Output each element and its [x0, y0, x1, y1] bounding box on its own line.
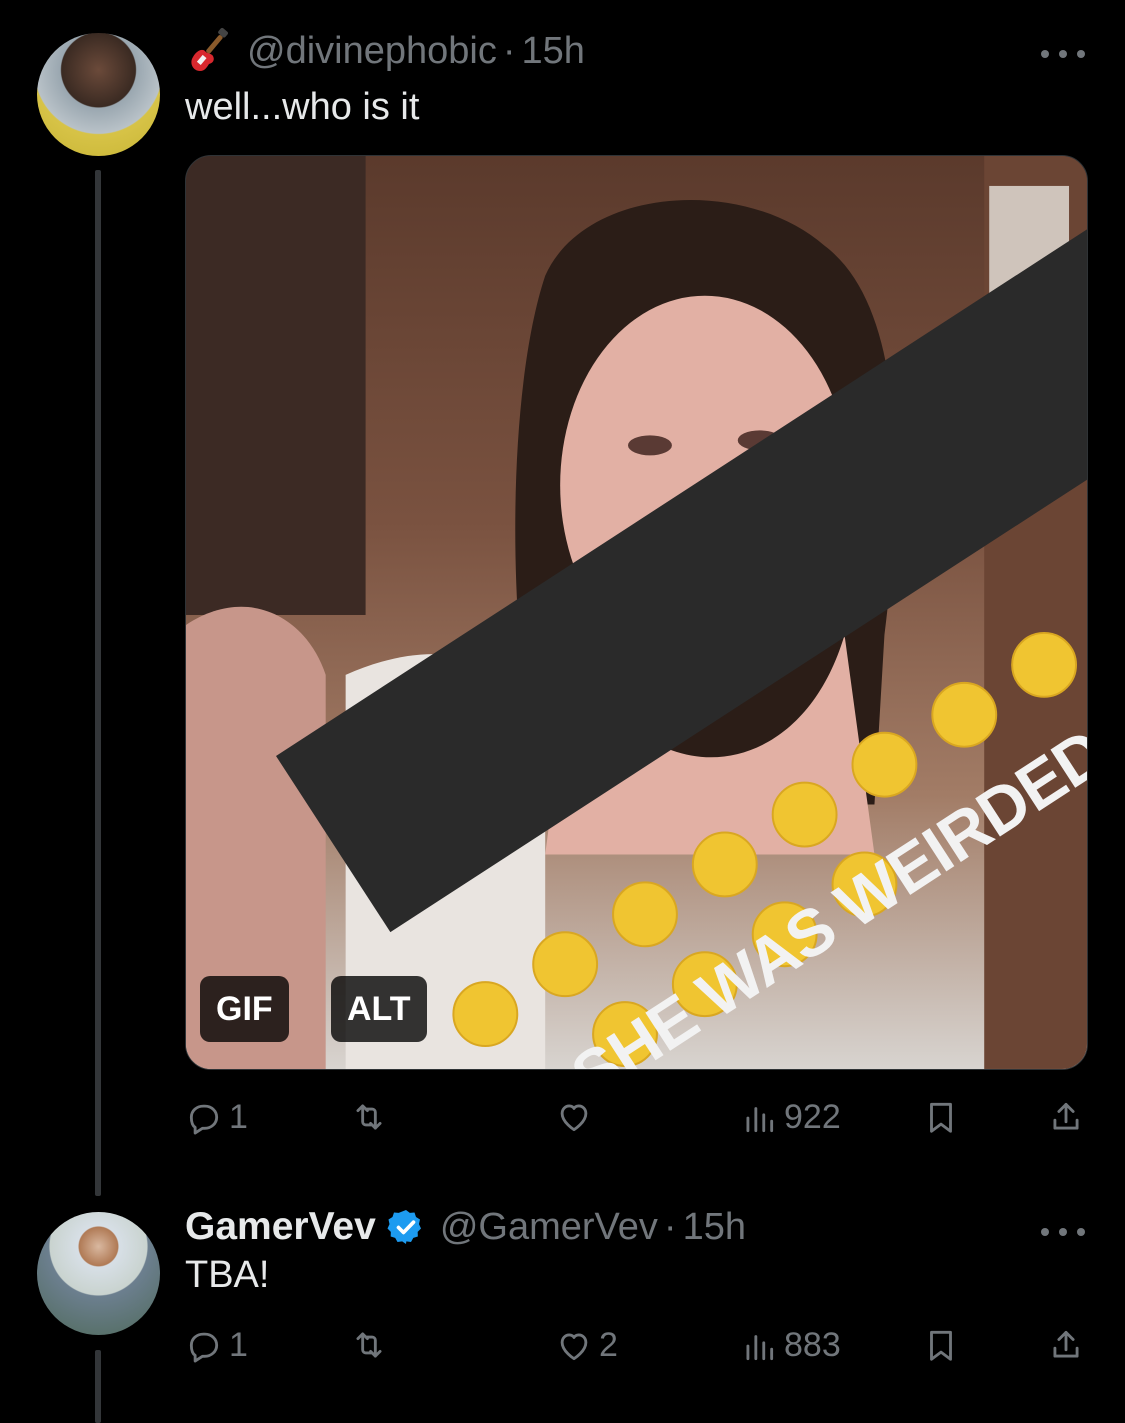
heart-icon — [560, 1332, 588, 1360]
display-name[interactable]: GamerVev — [185, 1205, 376, 1249]
verified-badge-icon — [387, 1210, 421, 1244]
separator-dot: · — [502, 29, 516, 72]
like-count: 2 — [599, 1326, 618, 1364]
tweet[interactable]: GamerVev @GamerVev · 15h TBA! 1 2 883 — [0, 1190, 1125, 1423]
reply-count: 1 — [229, 1098, 248, 1136]
share-icon — [1053, 1102, 1079, 1130]
view-count: 883 — [784, 1326, 841, 1364]
heart-icon — [560, 1104, 588, 1132]
user-handle[interactable]: @divinephobic — [247, 30, 497, 73]
share-icon — [1053, 1330, 1079, 1358]
views-button[interactable]: 922 — [740, 1098, 841, 1137]
share-button[interactable] — [1047, 1098, 1085, 1136]
gif-badge[interactable]: GIF — [200, 976, 289, 1042]
reply-icon — [189, 1104, 219, 1134]
retweet-button[interactable] — [350, 1326, 394, 1364]
action-bar: 1 2 883 — [185, 1326, 1088, 1376]
user-handle[interactable]: @GamerVev — [440, 1206, 658, 1249]
thread-line — [95, 170, 101, 1196]
bookmark-button[interactable] — [922, 1098, 960, 1136]
tweet-text: well...who is it — [185, 86, 420, 128]
thread-line — [95, 1350, 101, 1423]
share-button[interactable] — [1047, 1326, 1085, 1364]
view-count: 922 — [784, 1098, 841, 1136]
bookmark-button[interactable] — [922, 1326, 960, 1364]
retweet-icon — [356, 1104, 382, 1130]
reply-count: 1 — [229, 1326, 248, 1364]
more-options-icon[interactable] — [1041, 1226, 1085, 1238]
timestamp[interactable]: 15h — [683, 1206, 746, 1249]
retweet-icon — [356, 1332, 382, 1358]
like-button[interactable] — [555, 1098, 599, 1136]
gif-media[interactable]: EVEN SHE WAS WEIRDED TF OUT GIF ALT — [185, 155, 1088, 1070]
views-chart-icon — [746, 1334, 774, 1360]
views-button[interactable]: 883 — [740, 1326, 841, 1365]
reply-button[interactable]: 1 — [185, 1326, 248, 1365]
bookmark-icon — [930, 1102, 952, 1133]
timestamp[interactable]: 15h — [522, 30, 585, 73]
tweet-header: GamerVev @GamerVev · 15h — [185, 1204, 746, 1250]
reply-button[interactable]: 1 — [185, 1098, 248, 1137]
reply-icon — [189, 1332, 219, 1362]
more-options-icon[interactable] — [1041, 48, 1085, 60]
action-bar: 1 922 — [185, 1098, 1088, 1148]
bookmark-icon — [930, 1330, 952, 1361]
views-chart-icon — [746, 1106, 774, 1132]
tweet-header: @divinephobic · 15h — [185, 27, 585, 74]
alt-text-badge[interactable]: ALT — [331, 976, 427, 1042]
guitar-icon — [191, 27, 228, 71]
retweet-button[interactable] — [350, 1098, 394, 1136]
avatar[interactable] — [37, 33, 160, 156]
tweet-text: TBA! — [185, 1254, 270, 1296]
like-button[interactable]: 2 — [555, 1326, 618, 1365]
tweet[interactable]: @divinephobic · 15h well...who is it SHE… — [0, 0, 1125, 1196]
avatar[interactable] — [37, 1212, 160, 1335]
separator-dot: · — [663, 1205, 677, 1248]
